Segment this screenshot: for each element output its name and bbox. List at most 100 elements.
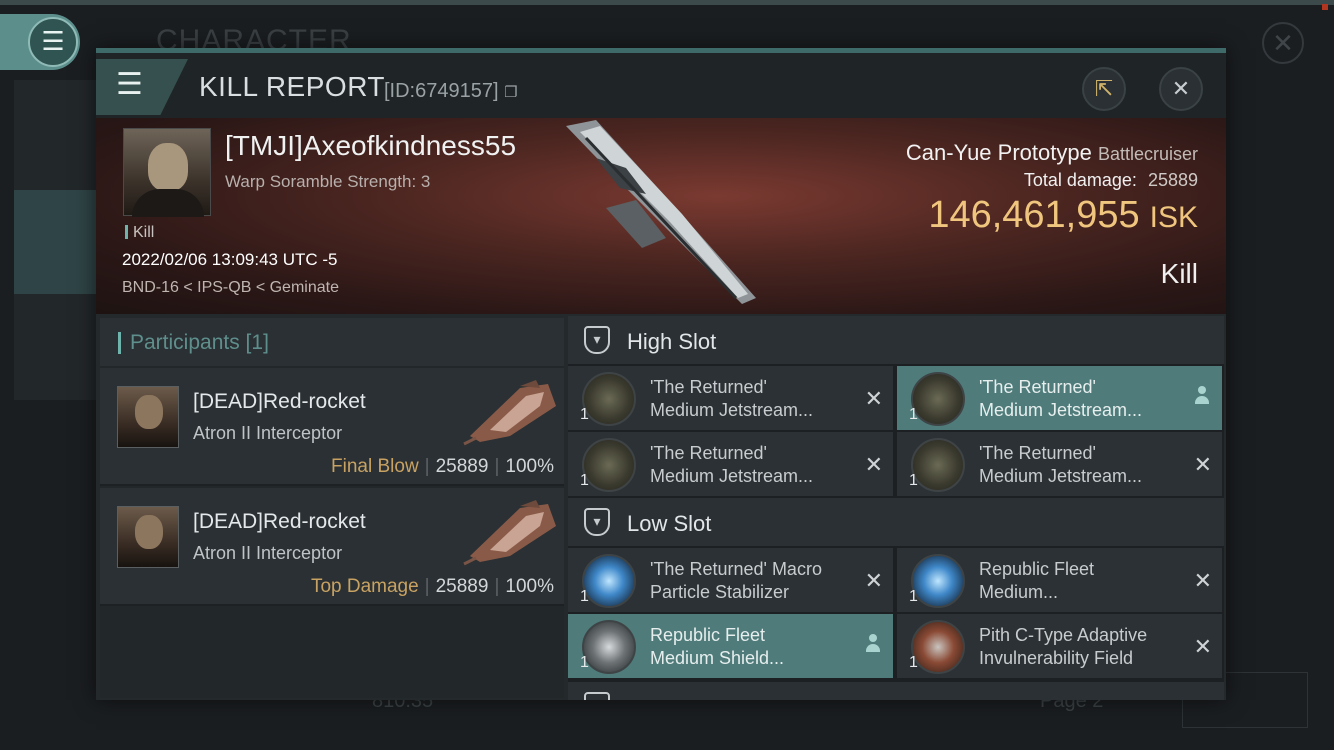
- module-icon: [582, 438, 636, 492]
- module-name-line2: Medium Jetstream...: [650, 466, 814, 486]
- module-name-line2: Medium Jetstream...: [650, 400, 814, 420]
- participant-row[interactable]: [DEAD]Red-rocket Atron II Interceptor Fi…: [100, 368, 564, 486]
- module-quantity: 1: [580, 406, 589, 423]
- module-item[interactable]: 1 'The Returned' Medium Jetstream... ✕: [897, 432, 1222, 496]
- module-item[interactable]: 1 'The Returned' Medium Jetstream... ✕: [568, 366, 893, 430]
- low-slot-header[interactable]: ▾ Low Slot: [568, 498, 1224, 546]
- module-name: Republic Fleet Medium...: [979, 558, 1179, 604]
- low-slot-label: Low Slot: [627, 511, 712, 536]
- participants-header[interactable]: Participants [1]: [100, 318, 564, 366]
- victim-banner: [TMJI]Axeofkindness55 Warp Soramble Stre…: [96, 118, 1226, 314]
- module-name-line2: Medium Jetstream...: [979, 400, 1143, 420]
- module-name-line2: Invulnerability Field: [979, 648, 1134, 668]
- isk-amount: 146,461,955: [928, 194, 1140, 236]
- destroyed-icon: ✕: [864, 386, 883, 411]
- participant-damage: 25889: [435, 456, 489, 477]
- module-name-line1: 'The Returned': [650, 443, 767, 463]
- copy-icon: ❐: [504, 84, 518, 101]
- destroyed-icon: ✕: [864, 568, 883, 593]
- module-name: 'The Returned' Medium Jetstream...: [650, 376, 850, 422]
- module-icon: [911, 554, 965, 608]
- destroyed-icon: ✕: [1193, 634, 1212, 659]
- module-icon: [911, 438, 965, 492]
- background-close-button[interactable]: ✕: [1262, 22, 1304, 64]
- close-icon: ✕: [1171, 76, 1191, 101]
- participant-role: Top Damage: [310, 576, 419, 597]
- module-name-line1: 'The Returned': [979, 377, 1096, 397]
- kill-datetime: 2022/02/06 13:09:43 UTC -5: [122, 250, 338, 269]
- module-name: Pith C-Type Adaptive Invulnerability Fie…: [979, 624, 1179, 670]
- victim-portrait[interactable]: [123, 128, 211, 217]
- participant-avatar[interactable]: [117, 386, 179, 448]
- window-menu-button[interactable]: ☰: [96, 59, 188, 115]
- module-icon: [582, 372, 636, 426]
- participant-name[interactable]: [DEAD]Red-rocket: [193, 510, 366, 534]
- module-name-line2: Medium Shield...: [650, 648, 785, 668]
- participant-name[interactable]: [DEAD]Red-rocket: [193, 390, 366, 414]
- module-name-line2: Particle Stabilizer: [650, 582, 790, 602]
- close-icon: ✕: [1272, 28, 1294, 58]
- kill-id-label[interactable]: [ID:6749157] ❐: [384, 80, 518, 103]
- fitting-panel: ▾ High Slot 1 'The Returned' Medium Jets…: [568, 316, 1224, 700]
- destroyed-icon: ✕: [1193, 568, 1212, 593]
- module-name-line2: Medium Jetstream...: [979, 466, 1143, 486]
- module-item[interactable]: 1 'The Returned' Medium Jetstream... ✕: [568, 432, 893, 496]
- high-slot-header[interactable]: ▾ High Slot: [568, 316, 1224, 364]
- module-item[interactable]: 1 Republic Fleet Medium Shield...: [568, 614, 893, 678]
- victim-ship-name: Can-Yue Prototype: [905, 140, 1092, 165]
- module-name-line1: Republic Fleet: [979, 559, 1095, 579]
- kill-report-window: ☰ KILL REPORT [ID:6749157] ❐ ⇱ ✕ [TMJI]A…: [96, 48, 1226, 700]
- module-name: Republic Fleet Medium Shield...: [650, 624, 850, 670]
- module-item[interactable]: 1 'The Returned' Medium Jetstream...: [897, 366, 1222, 430]
- background-accent-mark: [1322, 4, 1328, 10]
- participant-ship-image[interactable]: [460, 496, 560, 566]
- main-menu-button[interactable]: ☰: [28, 17, 78, 67]
- victim-ship-class: Battlecruiser: [1097, 144, 1198, 164]
- close-button[interactable]: ✕: [1159, 67, 1203, 111]
- module-name-line2: Medium...: [979, 582, 1059, 602]
- hamburger-icon: ☰: [41, 26, 65, 56]
- module-name-line1: Republic Fleet: [650, 625, 766, 645]
- participant-row[interactable]: [DEAD]Red-rocket Atron II Interceptor To…: [100, 488, 564, 606]
- kill-id-text: [ID:6749157]: [384, 80, 499, 102]
- module-name: 'The Returned' Medium Jetstream...: [650, 442, 850, 488]
- external-link-icon: ⇱: [1094, 76, 1114, 101]
- hamburger-icon: ☰: [116, 68, 143, 101]
- dropped-person-icon: [865, 634, 881, 654]
- slot-shield-icon: ▾: [584, 508, 610, 536]
- kill-tag-label: Kill: [133, 224, 155, 241]
- destroyed-icon: ✕: [1193, 452, 1212, 477]
- victim-name[interactable]: [TMJI]Axeofkindness55: [225, 130, 516, 162]
- module-icon: [582, 554, 636, 608]
- kill-report-header: ☰ KILL REPORT [ID:6749157] ❐ ⇱ ✕: [96, 48, 1226, 118]
- module-icon: [911, 372, 965, 426]
- participant-stats: Final Blow | 25889 | 100%: [331, 456, 554, 477]
- module-name-line1: 'The Returned': [650, 377, 767, 397]
- module-name-line1: 'The Returned': [979, 443, 1096, 463]
- module-item[interactable]: 1 'The Returned' Macro Particle Stabiliz…: [568, 548, 893, 612]
- participant-avatar[interactable]: [117, 506, 179, 568]
- share-button[interactable]: ⇱: [1082, 67, 1126, 111]
- kill-location[interactable]: BND-16 < IPS-QB < Geminate: [122, 279, 339, 297]
- victim-ship[interactable]: Can-Yue Prototype Battlecruiser: [906, 140, 1198, 166]
- background-sidebar-active-item[interactable]: [14, 190, 98, 294]
- participant-percent: 100%: [505, 456, 554, 477]
- slot-shield-icon: ▾: [584, 326, 610, 354]
- participant-damage: 25889: [435, 576, 489, 597]
- participant-ship-image[interactable]: [460, 376, 560, 446]
- victim-ship-image[interactable]: [556, 118, 786, 314]
- next-slot-header[interactable]: ▾: [568, 682, 1224, 700]
- module-name: 'The Returned' Medium Jetstream...: [979, 376, 1179, 422]
- isk-unit: ISK: [1149, 201, 1198, 234]
- participant-ship: Atron II Interceptor: [193, 423, 343, 443]
- module-item[interactable]: 1 Pith C-Type Adaptive Invulnerability F…: [897, 614, 1222, 678]
- module-item[interactable]: 1 Republic Fleet Medium... ✕: [897, 548, 1222, 612]
- module-name-line1: Pith C-Type Adaptive: [979, 625, 1148, 645]
- participant-ship: Atron II Interceptor: [193, 543, 343, 563]
- dropped-person-icon: [1194, 386, 1210, 406]
- module-quantity: 1: [909, 588, 918, 605]
- participants-title: Participants [1]: [130, 331, 269, 354]
- victim-detail: Warp Soramble Strength: 3: [225, 172, 431, 191]
- module-icon: [582, 620, 636, 674]
- module-quantity: 1: [909, 406, 918, 423]
